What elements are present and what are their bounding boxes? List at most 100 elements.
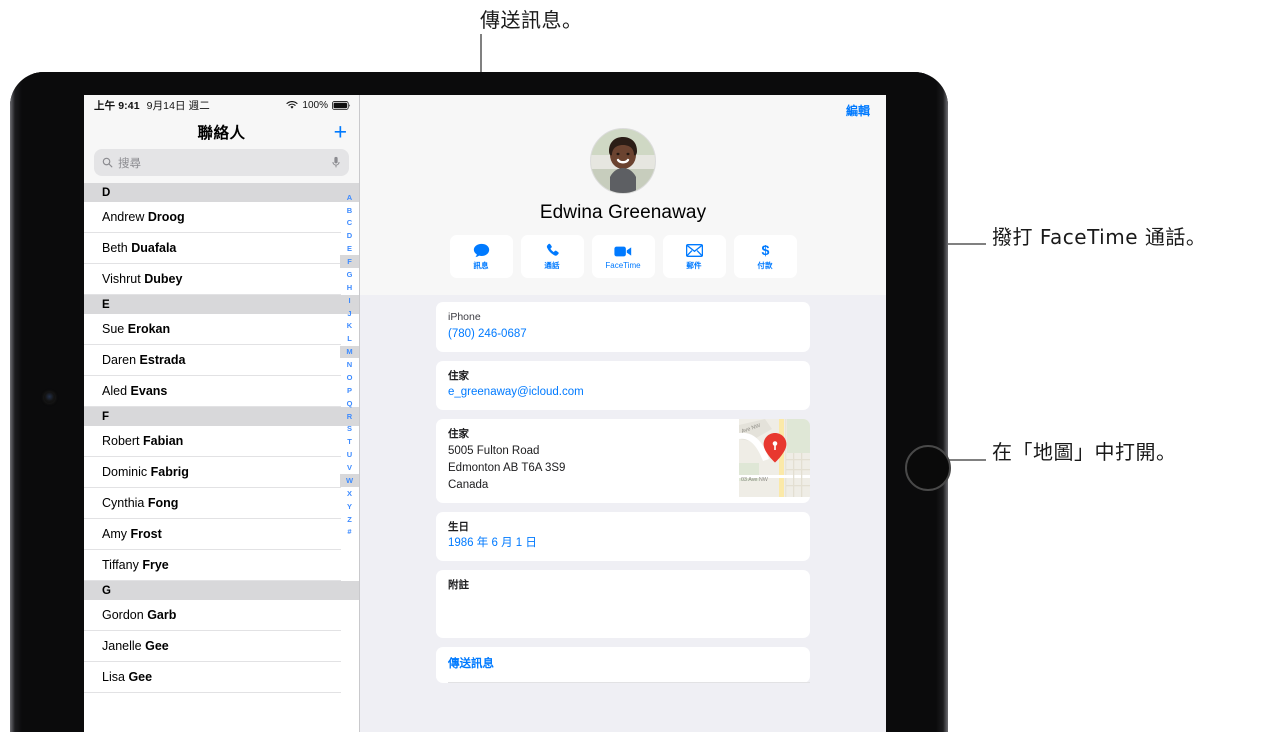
callout-message: 傳送訊息。 — [480, 8, 583, 32]
index-letter-R[interactable]: R — [340, 410, 359, 423]
contact-first-name: Gordon — [102, 608, 144, 622]
action-label: 付款 — [757, 261, 773, 270]
index-letter-K[interactable]: K — [340, 320, 359, 333]
send-message-label[interactable]: 傳送訊息 — [448, 656, 798, 674]
contacts-scroll-area[interactable]: D Andrew Droog Beth Duafala Vishrut Dubey E Sue E… — [84, 183, 359, 732]
index-letter-O[interactable]: O — [340, 371, 359, 384]
call-button[interactable]: 通話 — [520, 235, 584, 278]
facetime-button[interactable]: FaceTime — [591, 235, 655, 278]
screenshot-root: 傳送訊息。 撥打 FaceTime 通話。 在「地圖」中打開。 上午 9:41 … — [0, 0, 1261, 732]
list-item[interactable]: Andrew Droog — [84, 202, 341, 233]
index-letter-X[interactable]: X — [340, 487, 359, 500]
ipad-screen: 上午 9:41 9月14日 週二 100% 聯絡人 + 搜尋 D Andrew … — [84, 95, 886, 732]
contact-first-name: Sue — [102, 322, 125, 336]
contact-first-name: Aled — [102, 384, 128, 398]
pay-button[interactable]: $ 付款 — [733, 235, 797, 278]
action-label: FaceTime — [605, 261, 641, 270]
contact-last-name: Erokan — [127, 322, 171, 336]
address-line-2: Edmonton AB T6A 3S9 — [448, 462, 566, 475]
list-item[interactable]: Vishrut Dubey — [84, 264, 341, 295]
mail-button[interactable]: 郵件 — [662, 235, 726, 278]
status-right: 100% — [286, 100, 351, 111]
index-letter-E[interactable]: E — [340, 243, 359, 256]
index-letter-D[interactable]: D — [340, 230, 359, 243]
list-item[interactable]: Beth Duafala — [84, 233, 341, 264]
search-placeholder: 搜尋 — [118, 157, 141, 170]
contact-last-name: Estrada — [139, 353, 186, 367]
svg-text:$: $ — [761, 243, 769, 258]
list-item[interactable]: Gordon Garb — [84, 600, 341, 631]
address-line-3: Canada — [448, 479, 489, 492]
list-item[interactable]: Sue Erokan — [84, 314, 341, 345]
notes-field[interactable]: 附註 — [436, 570, 810, 639]
message-bubble-icon — [473, 242, 490, 258]
microphone-icon[interactable] — [331, 156, 341, 169]
index-letter-A[interactable]: A — [340, 191, 359, 204]
birthday-label: 生日 — [448, 520, 469, 533]
index-letter-M[interactable]: M — [340, 345, 359, 359]
list-item[interactable]: Amy Frost — [84, 519, 341, 550]
callout-facetime: 撥打 FaceTime 通話。 — [992, 225, 1207, 249]
alphabet-index[interactable]: A B C D E F G H I J K L M N O P Q R S T U V W X Y Z # — [340, 183, 359, 732]
list-item[interactable]: Aled Evans — [84, 376, 341, 407]
contact-last-name: Fong — [147, 496, 179, 510]
phone-field[interactable]: iPhone (780) 246-0687 — [436, 302, 810, 352]
contact-last-name: Gee — [145, 639, 169, 653]
list-item[interactable]: Daren Estrada — [84, 345, 341, 376]
detail-header: Edwina Greenaway 訊息 通話 FaceTime 郵件 $ 付款 — [360, 124, 886, 295]
index-letter-B[interactable]: B — [340, 204, 359, 217]
index-letter-T[interactable]: T — [340, 436, 359, 449]
index-letter-P[interactable]: P — [340, 384, 359, 397]
battery-percent: 100% — [302, 99, 328, 111]
index-letter-G[interactable]: G — [340, 268, 359, 281]
email-field[interactable]: 住家 e_greenaway@icloud.com — [436, 360, 810, 411]
section-header-G: G — [84, 581, 359, 600]
birthday-field[interactable]: 生日 1986 年 6 月 1 日 — [436, 511, 810, 562]
index-letter-W[interactable]: W — [340, 474, 359, 488]
list-item[interactable]: Tiffany Frye — [84, 550, 341, 581]
edit-button[interactable]: 編輯 — [846, 102, 870, 119]
index-letter-N[interactable]: N — [340, 358, 359, 371]
send-message-row[interactable]: 傳送訊息 — [436, 647, 810, 683]
contact-first-name: Janelle — [102, 639, 142, 653]
address-field[interactable]: 住家 5005 Fulton Road Edmonton AB T6A 3S9 … — [436, 419, 810, 503]
contact-first-name: Dominic — [102, 465, 148, 479]
list-item[interactable]: Janelle Gee — [84, 631, 341, 662]
phone-value[interactable]: (780) 246-0687 — [448, 326, 798, 344]
section-header-F: F — [84, 407, 359, 426]
index-letter-C[interactable]: C — [340, 217, 359, 230]
search-input[interactable]: 搜尋 — [94, 149, 349, 176]
phone-label: iPhone — [448, 311, 481, 323]
list-item[interactable]: Dominic Fabrig — [84, 457, 341, 488]
index-letter-L[interactable]: L — [340, 333, 359, 346]
address-line-1: 5005 Fulton Road — [448, 444, 540, 457]
index-letter-Y[interactable]: Y — [340, 500, 359, 513]
add-contact-button[interactable]: + — [334, 120, 347, 144]
index-letter-U[interactable]: U — [340, 449, 359, 462]
status-date: 9月14日 週二 — [146, 99, 210, 112]
index-letter-S[interactable]: S — [340, 423, 359, 436]
list-item[interactable]: Cynthia Fong — [84, 488, 341, 519]
index-letter-Z[interactable]: Z — [340, 513, 359, 526]
detail-fields: iPhone (780) 246-0687 住家 e_greenaway@icl… — [360, 295, 886, 683]
status-bar: 上午 9:41 9月14日 週二 100% — [84, 95, 359, 115]
front-camera-icon — [44, 392, 55, 403]
contact-last-name: Gee — [128, 670, 153, 684]
wifi-icon — [286, 100, 298, 109]
dollar-sign-icon: $ — [760, 242, 771, 258]
list-item[interactable]: Lisa Gee — [84, 662, 341, 693]
index-letter-V[interactable]: V — [340, 461, 359, 474]
email-value[interactable]: e_greenaway@icloud.com — [448, 384, 798, 402]
index-letter-#[interactable]: # — [340, 526, 359, 539]
index-letter-H[interactable]: H — [340, 281, 359, 294]
list-item[interactable]: Robert Fabian — [84, 426, 341, 457]
index-letter-F[interactable]: F — [340, 255, 359, 269]
message-button[interactable]: 訊息 — [449, 235, 513, 278]
index-letter-Q[interactable]: Q — [340, 397, 359, 410]
index-letter-J[interactable]: J — [340, 307, 359, 320]
address-map[interactable]: Ave NW 03 Ave NW — [739, 419, 810, 503]
home-button[interactable] — [905, 445, 951, 491]
index-letter-I[interactable]: I — [340, 294, 359, 307]
birthday-value[interactable]: 1986 年 6 月 1 日 — [448, 535, 798, 553]
avatar[interactable] — [590, 128, 656, 194]
